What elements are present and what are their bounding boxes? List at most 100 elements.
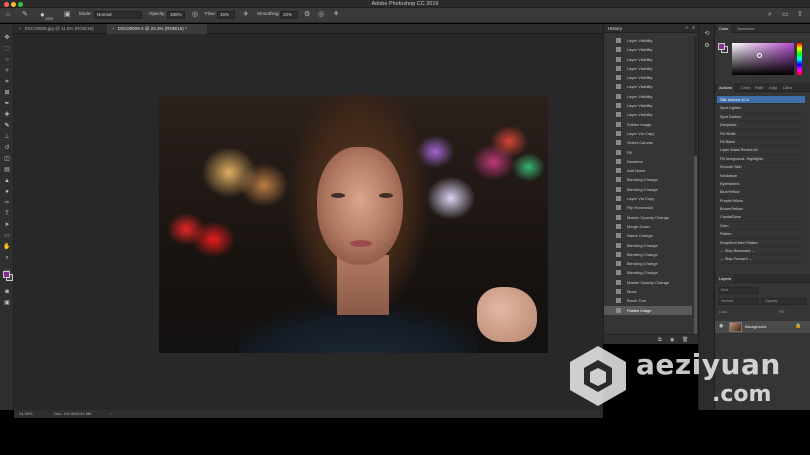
history-state[interactable]: Flip Horizontal <box>604 203 692 212</box>
foreground-color-swatch[interactable] <box>3 271 10 278</box>
history-state[interactable]: Layer Visibility <box>604 55 692 64</box>
history-panel-icon[interactable]: ⟲ <box>703 30 711 38</box>
mode-select[interactable]: Normal <box>94 11 142 19</box>
action-item[interactable]: Blue/Yellow <box>717 188 805 197</box>
history-state[interactable]: Layer Visibility <box>604 92 692 101</box>
quick-select-tool-icon[interactable]: ✧ <box>3 67 11 75</box>
tab-layers[interactable]: Layers <box>717 274 734 283</box>
gradient-tool-icon[interactable]: ▤ <box>3 166 11 174</box>
action-item[interactable]: ← Step Backward → <box>717 247 805 256</box>
tab-adjustments[interactable]: Adju <box>767 83 779 92</box>
hand-tool-icon[interactable]: ✋ <box>3 243 11 251</box>
action-item[interactable]: Deepdark <box>717 121 805 130</box>
history-scroll-thumb[interactable] <box>694 156 697 336</box>
opacity-input[interactable]: 100% <box>167 11 185 19</box>
brush-tool-icon[interactable]: ✎ <box>22 11 28 19</box>
hue-slider[interactable] <box>797 43 802 75</box>
tab-paths[interactable]: Path <box>753 83 765 92</box>
history-scrollbar[interactable] <box>694 36 697 336</box>
history-state[interactable]: Move <box>604 287 692 296</box>
document-image[interactable] <box>159 95 548 353</box>
history-state[interactable]: Layer Visibility <box>604 64 692 73</box>
history-state[interactable]: Deselect <box>604 157 692 166</box>
history-panel-title[interactable]: History <box>608 26 622 31</box>
shape-tool-icon[interactable]: ▭ <box>3 232 11 240</box>
history-brush-tool-icon[interactable]: ↺ <box>3 144 11 152</box>
properties-panel-icon[interactable]: ⚙ <box>703 42 711 50</box>
panel-menu-icon[interactable]: ≡ <box>692 25 695 31</box>
tab-color[interactable]: Color <box>717 24 731 33</box>
frame-tool-icon[interactable]: ⊠ <box>3 89 11 97</box>
action-item[interactable]: Fill White <box>717 130 805 138</box>
action-item[interactable]: Layer Mask Reveal All <box>717 146 805 155</box>
pressure-opacity-icon[interactable]: ◎ <box>192 11 198 19</box>
path-selection-tool-icon[interactable]: ➤ <box>3 221 11 229</box>
symmetry-icon[interactable]: ⚘ <box>333 11 339 19</box>
action-item[interactable]: CrystalClear <box>717 213 805 222</box>
history-state[interactable]: Layer Visibility <box>604 101 692 110</box>
history-state[interactable]: Fill <box>604 148 692 157</box>
healing-brush-tool-icon[interactable]: ✚ <box>3 111 11 119</box>
canvas-area[interactable] <box>14 34 603 410</box>
action-item[interactable]: Eyeframers <box>717 180 805 189</box>
collapse-icon[interactable]: » <box>685 25 688 31</box>
workspace-icon[interactable]: ▭ <box>782 11 789 19</box>
tab-actions[interactable]: Actions <box>717 83 735 92</box>
color-fg-swatch[interactable] <box>718 43 725 50</box>
color-picker-handle[interactable] <box>757 53 762 58</box>
history-state[interactable]: Layer Visibility <box>604 110 692 119</box>
eyedropper-tool-icon[interactable]: ✒ <box>3 100 11 108</box>
history-state[interactable]: Layer Via Copy <box>604 129 692 138</box>
type-tool-icon[interactable]: T <box>3 210 11 218</box>
action-item[interactable]: Spot Darken <box>717 113 805 122</box>
layer-opacity[interactable]: Opacity: <box>762 298 806 305</box>
tab-swatches[interactable]: Swatches <box>735 24 756 33</box>
action-item[interactable]: Purple/Yellow <box>717 197 805 206</box>
zoom-tool-icon[interactable]: ⌕ <box>3 254 11 262</box>
history-state[interactable]: Blending Change <box>604 241 692 250</box>
action-item[interactable]: Gren <box>717 222 805 231</box>
action-item[interactable]: → Step Forward ← <box>717 255 805 264</box>
layer-row-background[interactable]: ◉ Background 🔒 <box>715 321 810 333</box>
flow-input[interactable]: 15% <box>217 11 235 19</box>
history-state[interactable]: Layer Via Copy <box>604 194 692 203</box>
close-tab-icon[interactable]: × <box>112 26 115 31</box>
new-document-from-state-icon[interactable]: ⧉ <box>658 337 662 343</box>
brush-panel-icon[interactable]: ▣ <box>64 11 71 19</box>
blur-tool-icon[interactable]: ▲ <box>3 177 11 185</box>
snapshot-icon[interactable]: ◉ <box>670 337 674 343</box>
history-state[interactable]: Layer Visibility <box>604 36 692 45</box>
tab-document-2[interactable]: × DSC00609-2 @ 24.3% (RGB/16) * <box>107 24 207 34</box>
trash-icon[interactable]: 🗑 <box>682 337 688 343</box>
action-item[interactable]: Fill Black <box>717 138 805 147</box>
brush-tool-icon-active[interactable]: ✎ <box>3 122 11 130</box>
close-tab-icon[interactable]: × <box>19 26 22 31</box>
action-item[interactable]: SnapShot then Flatten <box>717 239 805 248</box>
search-icon[interactable]: ⌕ <box>768 11 772 19</box>
action-item[interactable]: Fill foreground- Highlights <box>717 155 805 164</box>
history-state[interactable]: Blending Change <box>604 185 692 194</box>
history-state[interactable]: Flatten Image <box>604 120 692 129</box>
screen-mode-icon[interactable]: ▣ <box>3 299 11 307</box>
status-menu-arrow[interactable]: › <box>110 410 111 418</box>
crop-tool-icon[interactable]: ⌗ <box>3 78 11 86</box>
zoom-level[interactable]: 24.35% <box>19 410 33 418</box>
dodge-tool-icon[interactable]: ● <box>3 188 11 196</box>
smoothing-input[interactable]: 10% <box>280 11 298 19</box>
history-state[interactable]: Blending Change <box>604 259 692 268</box>
eraser-tool-icon[interactable]: ◫ <box>3 155 11 163</box>
home-icon[interactable]: ⌂ <box>6 11 10 19</box>
tab-libraries[interactable]: Libra <box>781 83 794 92</box>
history-state[interactable]: Flatten Image <box>604 305 692 315</box>
layer-blend-mode[interactable]: Normal <box>718 298 758 305</box>
action-item[interactable]: Spot Lighten <box>717 104 805 113</box>
lasso-tool-icon[interactable]: ○ <box>3 56 11 64</box>
history-state[interactable]: Layer Visibility <box>604 82 692 91</box>
airbrush-icon[interactable]: ✈ <box>243 11 249 19</box>
action-item[interactable]: Neutralize <box>717 172 805 180</box>
history-state[interactable]: Name Change <box>604 231 692 240</box>
pressure-size-icon[interactable]: ◎ <box>318 11 324 19</box>
clone-stamp-tool-icon[interactable]: ⊥ <box>3 133 11 141</box>
move-tool-icon[interactable]: ✥ <box>3 34 11 42</box>
history-state[interactable]: Blending Change <box>604 250 692 259</box>
